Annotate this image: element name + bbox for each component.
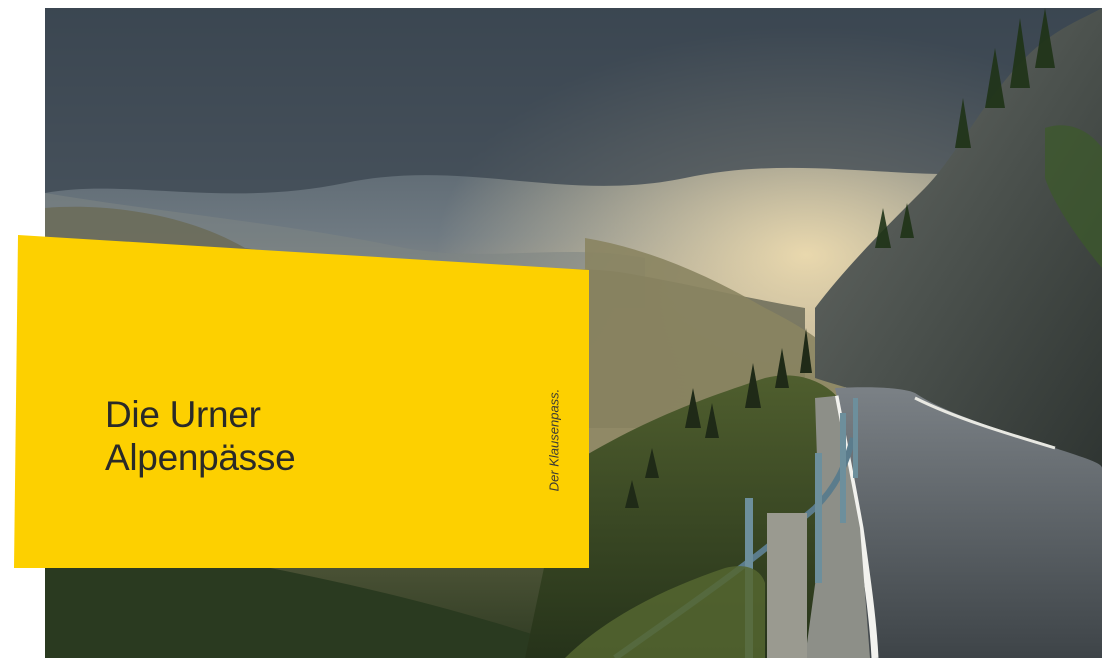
page-title: Die Urner Alpenpässe [105,393,296,479]
title-line-2: Alpenpässe [105,437,296,478]
title-line-1: Die Urner [105,394,261,435]
photo-caption: Der Klausenpass. [546,388,562,492]
mountain-road-photo [45,8,1102,658]
hero-photo [45,8,1102,658]
